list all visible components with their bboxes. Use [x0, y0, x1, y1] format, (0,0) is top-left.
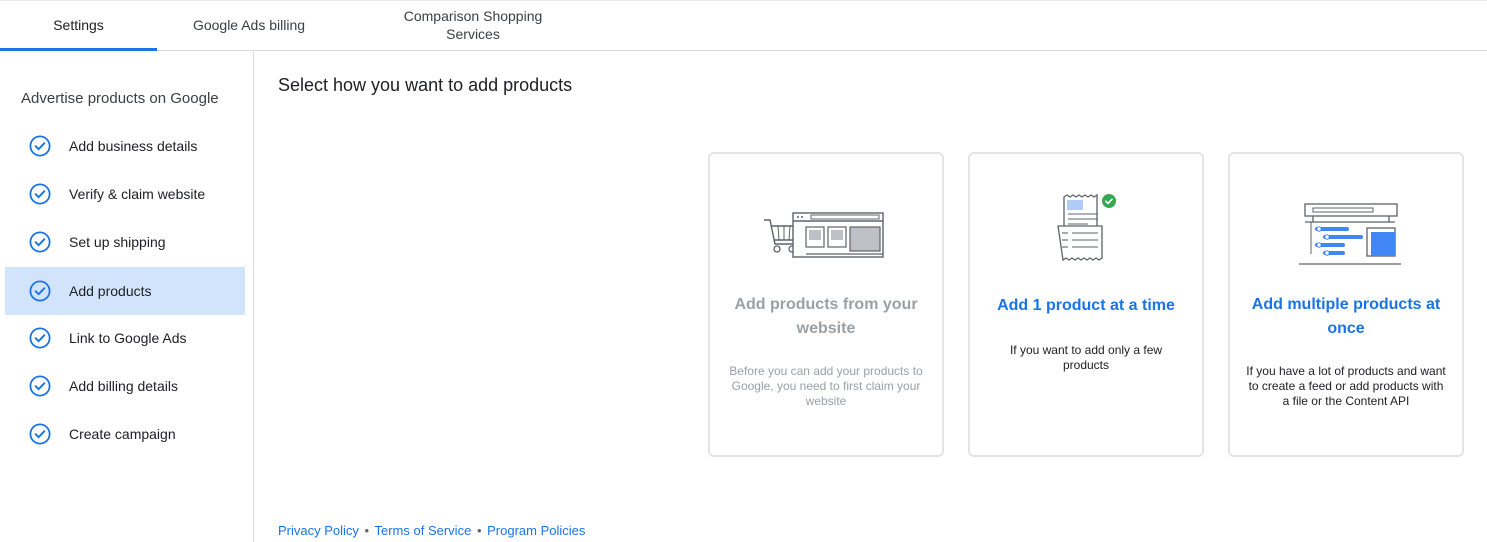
tab-css-label: Comparison Shopping Services [404, 7, 543, 43]
check-circle-icon [29, 183, 51, 205]
add-products-from-website-card: Add products from your website Before yo… [708, 152, 944, 457]
check-circle-icon [29, 231, 51, 253]
check-circle-icon [29, 280, 51, 302]
check-circle-icon [29, 327, 51, 349]
feed-upload-illustration [1230, 192, 1462, 270]
sidebar-item-set-up-shipping[interactable]: Set up shipping [5, 218, 245, 266]
sidebar-item-label: Add billing details [69, 378, 178, 394]
sidebar-item-label: Create campaign [69, 426, 176, 442]
card-title: Add 1 product at a time [997, 297, 1175, 314]
sidebar-item-link-to-google-ads[interactable]: Link to Google Ads [5, 314, 245, 362]
tab-bar: Settings Google Ads billing Comparison S… [0, 0, 1487, 51]
tab-billing-label: Google Ads billing [192, 17, 306, 33]
sidebar-item-label: Add business details [69, 138, 198, 154]
add-multiple-products-card[interactable]: Add multiple products at once If you hav… [1228, 152, 1464, 457]
tab-settings[interactable]: Settings [0, 0, 157, 51]
terms-of-service-link[interactable]: Terms of Service [375, 523, 472, 538]
tab-settings-label: Settings [53, 17, 104, 33]
sidebar-item-verify-claim-website[interactable]: Verify & claim website [5, 170, 245, 218]
privacy-policy-link[interactable]: Privacy Policy [278, 523, 359, 538]
footer-separator: • [476, 523, 482, 538]
sidebar-item-label: Link to Google Ads [69, 330, 187, 346]
sidebar-item-label: Verify & claim website [69, 186, 206, 202]
check-circle-icon [29, 135, 51, 157]
check-circle-icon [29, 375, 51, 397]
add-one-product-card[interactable]: Add 1 product at a time If you want to a… [968, 152, 1204, 457]
program-policies-link[interactable]: Program Policies [487, 523, 585, 538]
page-title: Select how you want to add products [278, 75, 573, 95]
sidebar-item-add-billing-details[interactable]: Add billing details [5, 362, 245, 410]
tab-css-label-line2: Services [446, 26, 500, 42]
card-description: Before you can add your products to Goog… [729, 364, 923, 408]
check-circle-icon [29, 423, 51, 445]
sidebar-heading: Advertise products on Google [21, 90, 219, 107]
footer-separator: • [364, 523, 370, 538]
sidebar-item-create-campaign[interactable]: Create campaign [5, 410, 245, 458]
footer-links: Privacy Policy • Terms of Service • Prog… [278, 523, 585, 538]
card-title: Add multiple products at once [1251, 296, 1441, 337]
sidebar-item-add-business-details[interactable]: Add business details [5, 122, 245, 170]
tab-google-ads-billing[interactable]: Google Ads billing [157, 0, 341, 50]
sidebar-item-label: Set up shipping [69, 234, 166, 250]
card-title: Add products from your website [734, 296, 918, 337]
card-description: If you want to add only a few products [1009, 343, 1163, 372]
receipt-check-illustration [970, 192, 1202, 270]
tab-comparison-shopping-services[interactable]: Comparison Shopping Services [380, 0, 566, 50]
card-description: If you have a lot of products and want t… [1246, 364, 1446, 408]
tab-css-label-line1: Comparison Shopping [403, 8, 543, 24]
sidebar-item-add-products[interactable]: Add products [5, 267, 245, 315]
shopping-cart-website-illustration [710, 192, 942, 270]
sidebar: Advertise products on Google Add busines… [0, 51, 254, 542]
sidebar-item-label: Add products [69, 283, 152, 299]
